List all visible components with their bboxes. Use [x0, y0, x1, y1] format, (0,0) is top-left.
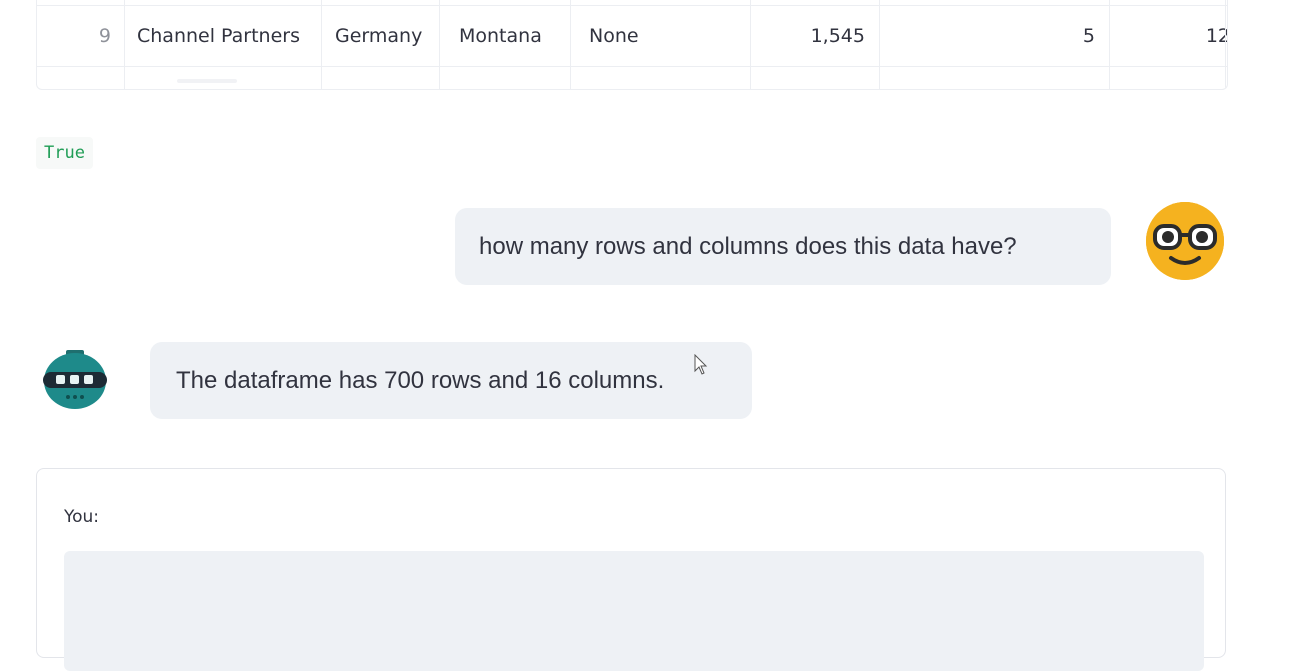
- table-cell[interactable]: Channel Partners: [125, 6, 321, 66]
- table-row[interactable]: 9 Channel Partners Germany Montana None …: [37, 6, 1227, 66]
- table-cell[interactable]: 5: [880, 6, 1107, 66]
- nerd-face-icon: [1146, 202, 1224, 280]
- column-divider: [1109, 0, 1110, 89]
- chat-input[interactable]: [64, 551, 1204, 671]
- column-divider: [879, 0, 880, 89]
- column-divider: [570, 0, 571, 89]
- table-cell[interactable]: Montana: [447, 6, 569, 66]
- table-cell[interactable]: None: [577, 6, 749, 66]
- table-row[interactable]: [37, 67, 1227, 89]
- column-divider: [1225, 0, 1226, 89]
- dataframe-table[interactable]: 9 Channel Partners Germany Montana None …: [36, 0, 1228, 90]
- row-index: 9: [98, 25, 111, 47]
- chat-input-form: You:: [36, 468, 1226, 671]
- robot-icon: [40, 349, 110, 411]
- table-cell[interactable]: Germany: [323, 6, 439, 66]
- mouse-pointer-icon: [694, 353, 708, 376]
- assistant-message-bubble: The dataframe has 700 rows and 16 column…: [150, 342, 752, 419]
- input-label: You:: [64, 507, 100, 527]
- table-cell[interactable]: 12: [1110, 6, 1227, 66]
- table-cell[interactable]: 1,545: [751, 6, 877, 66]
- column-divider: [750, 0, 751, 89]
- code-output: True: [36, 137, 93, 169]
- column-divider: [439, 0, 440, 89]
- user-message-bubble: how many rows and columns does this data…: [455, 208, 1111, 285]
- column-divider: [321, 0, 322, 89]
- column-divider: [124, 0, 125, 89]
- cut-off-cell-text: [177, 79, 237, 83]
